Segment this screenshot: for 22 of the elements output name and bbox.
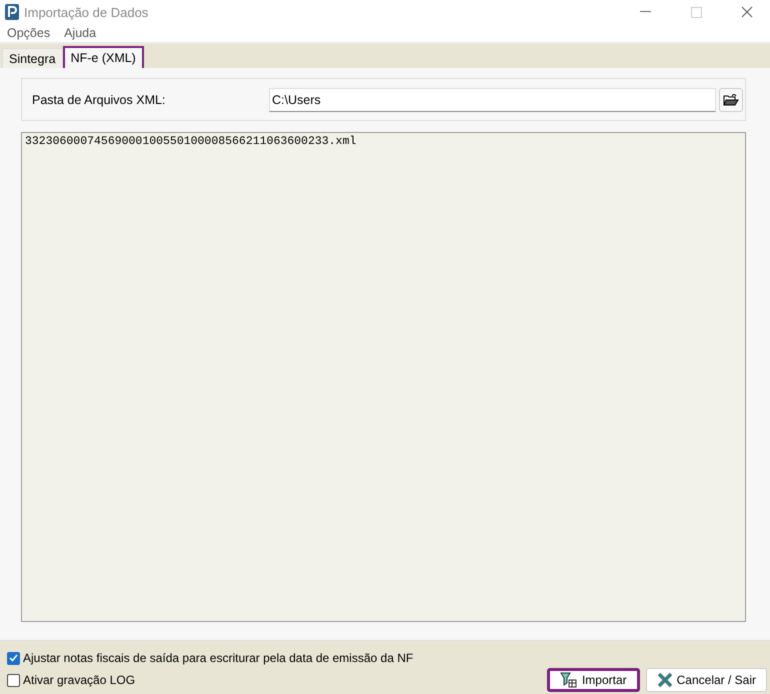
close-icon: [656, 672, 673, 688]
folder-field[interactable]: C:\Users: [269, 88, 716, 112]
checkbox[interactable]: [7, 652, 20, 664]
tab[interactable]: NF-e (XML): [62, 46, 144, 68]
menu-item[interactable]: Opções: [7, 26, 50, 40]
window-title: Importação de Dados: [24, 4, 150, 20]
maximize-icon: [690, 6, 702, 18]
folder-label: Pasta de Arquivos XML:: [32, 92, 166, 106]
option-label: Ativar gravação LOG: [23, 673, 136, 687]
close-icon: [741, 6, 753, 18]
funnel-icon: [560, 672, 578, 688]
app-logo-icon: [5, 4, 19, 20]
menu-item[interactable]: Ajuda: [64, 26, 96, 40]
folder-icon: [723, 92, 739, 106]
import-button[interactable]: Importar: [546, 668, 640, 692]
tab[interactable]: Sintegra: [2, 48, 63, 68]
checkbox[interactable]: [7, 674, 20, 686]
browse-button[interactable]: [719, 88, 743, 112]
file-item[interactable]: 33230600074569000100550100008566211063600233.xml: [25, 135, 742, 148]
option-label: Ajustar notas fiscais de saída para escriturar pela data de emissão da NF: [23, 651, 414, 665]
minimize-icon: [640, 11, 650, 13]
cancel-button[interactable]: Cancelar / Sair: [646, 668, 767, 692]
